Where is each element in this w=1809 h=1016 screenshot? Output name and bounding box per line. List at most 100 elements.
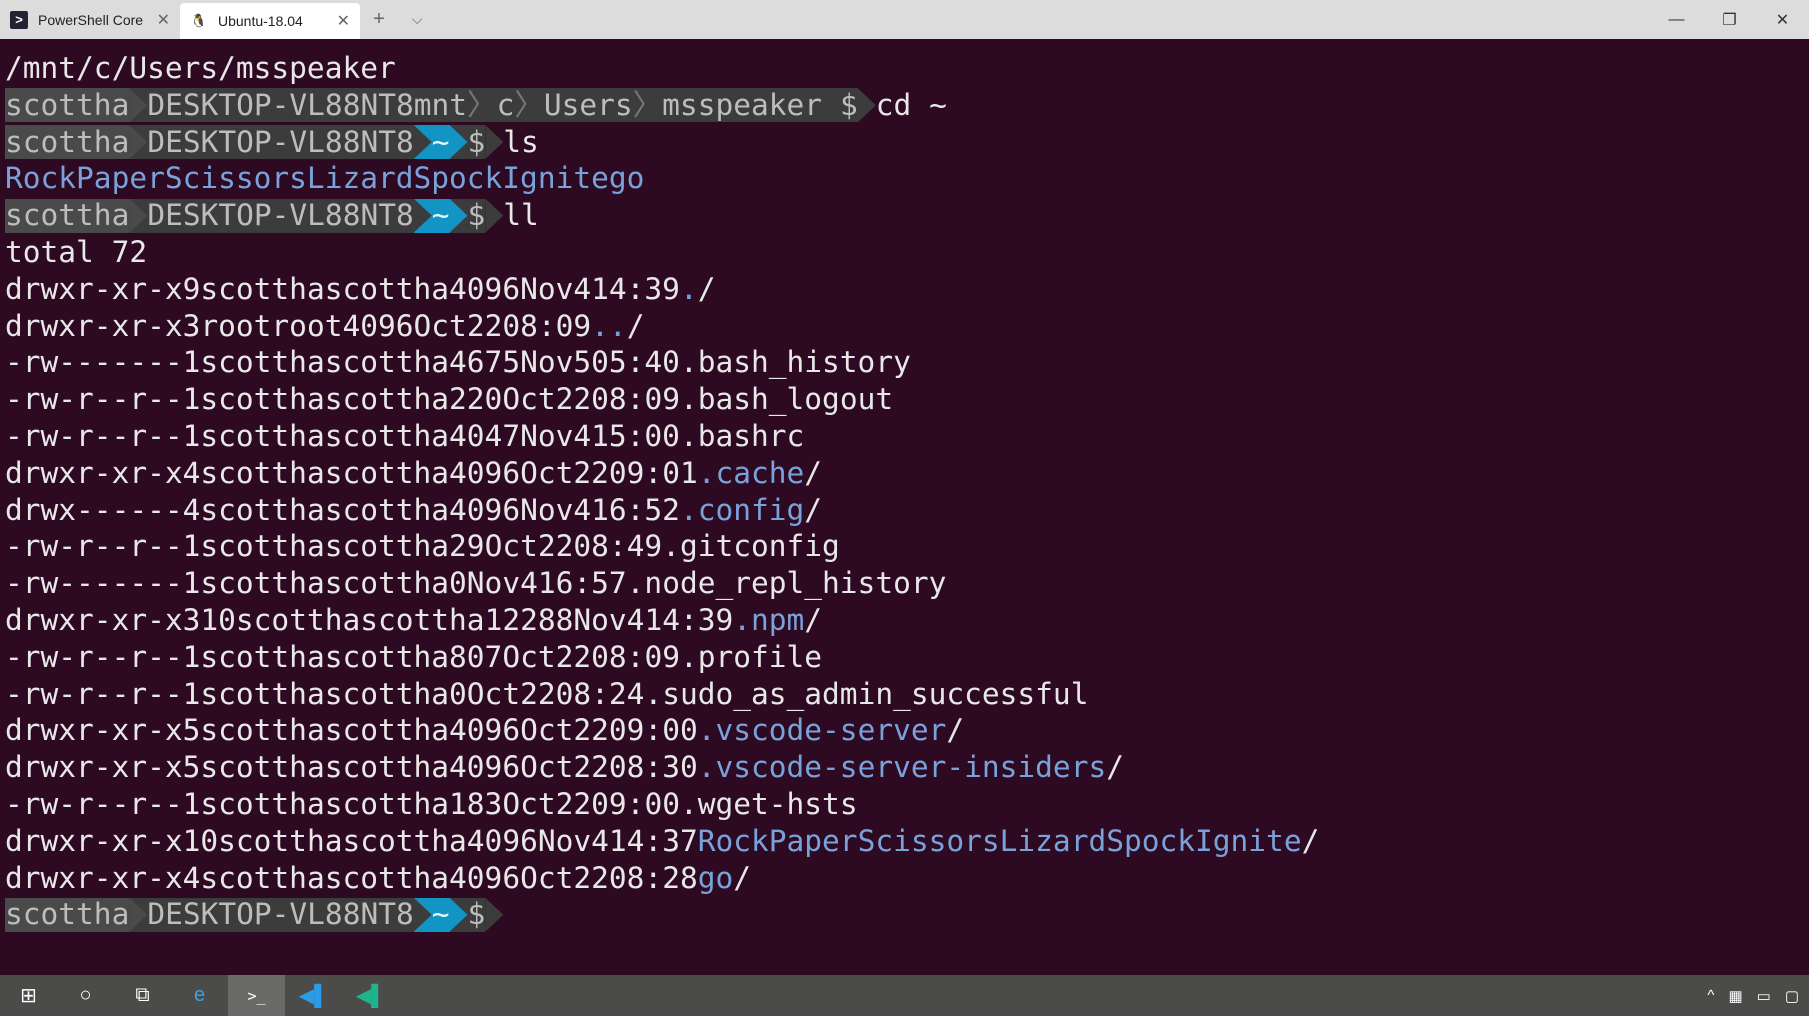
- listing-cell: Oct: [502, 786, 556, 821]
- close-tab-icon[interactable]: ✕: [337, 11, 350, 31]
- prompt-host: DESKTOP-VL88NT8: [147, 897, 414, 932]
- listing-cell: scottha: [200, 345, 325, 380]
- search-icon[interactable]: ○: [57, 975, 114, 1016]
- listing-cell: 22: [573, 860, 609, 895]
- listing-cell: -rw-r--r--: [5, 639, 183, 674]
- segment-arrow-icon: [129, 897, 148, 932]
- listing-cell: drwxr-xr-x: [5, 713, 183, 748]
- listing-cell: scottha: [200, 492, 325, 527]
- close-window-button[interactable]: ✕: [1756, 0, 1809, 39]
- listing-cell: 1: [182, 345, 201, 380]
- listing-cell: 5: [182, 713, 201, 748]
- battery-icon[interactable]: ▭: [1757, 987, 1771, 1005]
- listing-cell: 12288: [484, 602, 574, 637]
- prompt-dollar: $: [467, 897, 486, 932]
- prompt-home: ~: [431, 198, 450, 233]
- ls-output: RockPaperScissorsLizardSpockIgnite go: [5, 160, 1319, 197]
- tray-chevron-icon[interactable]: ^: [1707, 987, 1714, 1005]
- prompt-line: scottha DESKTOP-VL88NT8 mnt 〉 c 〉 Users …: [5, 87, 1319, 124]
- listing-cell: 0: [449, 676, 467, 711]
- total-line: total 72: [5, 234, 1319, 271]
- listing-cell: scottha: [324, 529, 450, 564]
- close-tab-icon[interactable]: ✕: [157, 10, 170, 30]
- cwd-line: /mnt/c/Users/msspeaker: [5, 50, 1319, 87]
- listing-cell: Oct: [520, 455, 574, 490]
- listing-cell: -rw-------: [5, 345, 183, 380]
- segment-arrow-icon: [129, 124, 148, 159]
- tab-ubuntu[interactable]: 🐧 Ubuntu-18.04 ✕: [180, 3, 360, 39]
- restore-button[interactable]: ❐: [1703, 0, 1756, 39]
- listing-row: drwx------ 4 scottha scottha 4096 Nov 4 …: [5, 492, 1319, 529]
- tray-app-icon[interactable]: ▦: [1728, 987, 1742, 1005]
- listing-cell: scottha: [200, 750, 325, 785]
- listing-cell: 4675: [449, 345, 521, 380]
- listing-cell: scottha: [200, 676, 325, 711]
- file-name: .wget-hsts: [679, 786, 858, 821]
- listing-cell: Nov: [466, 566, 521, 601]
- listing-cell: 4: [520, 566, 538, 601]
- listing-cell: scottha: [218, 823, 343, 858]
- listing-cell: scottha: [324, 860, 450, 895]
- segment-arrow-icon: [413, 198, 432, 233]
- minimize-button[interactable]: —: [1650, 0, 1703, 39]
- segment-arrow-icon: [485, 897, 504, 932]
- notifications-icon[interactable]: ▢: [1785, 987, 1799, 1005]
- vscode-icon[interactable]: ◀▌: [285, 975, 342, 1016]
- listing-cell: scottha: [324, 492, 450, 527]
- path-part: c: [496, 87, 515, 122]
- listing-cell: 09:00: [608, 713, 698, 748]
- listing-cell: 9: [182, 271, 201, 306]
- tab-powershell-core[interactable]: > PowerShell Core ✕: [0, 0, 180, 39]
- listing-cell: scottha: [324, 455, 450, 490]
- prompt-user-text: scottha: [5, 897, 130, 932]
- listing-row: drwxr-xr-x 4 scottha scottha 4096 Oct 22…: [5, 455, 1319, 492]
- listing-cell: scottha: [200, 639, 325, 674]
- segment-arrow-icon: [413, 124, 432, 159]
- file-name: RockPaperScissorsLizardSpockIgnite: [697, 823, 1302, 858]
- listing-cell: -rw-r--r--: [5, 786, 183, 821]
- home-text: ~: [431, 124, 450, 159]
- tab-dropdown-button[interactable]: ⌵: [398, 0, 436, 39]
- new-tab-button[interactable]: +: [360, 0, 398, 39]
- listing-cell: Nov: [537, 823, 592, 858]
- prompt-home: ~: [431, 124, 450, 159]
- listing-cell: 5: [573, 345, 592, 380]
- listing-row: -rw-r--r-- 1 scottha scottha 807 Oct 22 …: [5, 639, 1319, 676]
- file-name: .bashrc: [679, 418, 805, 453]
- prompt-host-text: DESKTOP-VL88NT8: [147, 198, 414, 233]
- file-name: .sudo_as_admin_successful: [644, 676, 1089, 711]
- listing-row: drwxr-xr-x 310 scottha scottha 12288 Nov…: [5, 602, 1319, 639]
- listing-cell: 4096: [466, 823, 538, 858]
- segment-arrow-icon: [413, 124, 432, 159]
- listing-cell: 08:30: [608, 750, 698, 785]
- listing-cell: scottha: [200, 382, 325, 417]
- listing-cell: 3: [182, 308, 201, 343]
- tab-label: Ubuntu-18.04: [218, 13, 303, 29]
- edge-insider-icon[interactable]: e: [171, 975, 228, 1016]
- prompt-line: scottha DESKTOP-VL88NT8 ~ $ ll: [5, 197, 1319, 234]
- listing-cell: 14:39: [591, 271, 680, 306]
- listing-cell: 29: [449, 529, 485, 564]
- listing-cell: drwxr-xr-x: [5, 455, 183, 490]
- listing-cell: 5: [182, 750, 201, 785]
- terminal-icon[interactable]: >_: [228, 975, 285, 1016]
- segment-arrow-icon: [129, 198, 148, 233]
- file-name: .npm: [733, 602, 805, 637]
- file-name: .profile: [679, 639, 823, 674]
- task-view-icon[interactable]: ⧉: [114, 975, 171, 1016]
- start-icon[interactable]: ⊞: [0, 975, 57, 1016]
- terminal-output[interactable]: /mnt/c/Users/msspeaker scottha DESKTOP-V…: [5, 50, 1319, 933]
- vscode-insiders-icon[interactable]: ◀▌: [342, 975, 399, 1016]
- listing-cell: 1: [182, 786, 201, 821]
- listing-row: drwxr-xr-x 5 scottha scottha 4096 Oct 22…: [5, 749, 1319, 786]
- listing-row: drwxr-xr-x 3 root root 4096 Oct 22 08:09…: [5, 308, 1319, 345]
- listing-cell: 183: [449, 786, 503, 821]
- listing-cell: scottha: [324, 271, 450, 306]
- file-name: .vscode-server-insiders: [697, 750, 1107, 785]
- listing-cell: scottha: [360, 602, 485, 637]
- listing-cell: Nov: [520, 492, 574, 527]
- listing-cell: -rw-r--r--: [5, 418, 183, 453]
- listing-cell: root: [200, 308, 272, 343]
- listing-cell: 1: [182, 566, 201, 601]
- listing-cell: 220: [449, 382, 503, 417]
